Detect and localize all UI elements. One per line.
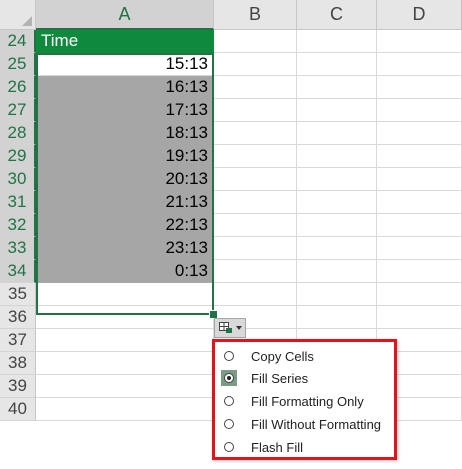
time-cell[interactable]: 21:13 (36, 191, 214, 214)
empty-cell[interactable] (377, 145, 462, 168)
auto-fill-options-menu: Copy Cells Fill Series Fill Formatting O… (212, 339, 397, 460)
menu-item-label: Fill Series (251, 370, 309, 386)
empty-cell[interactable] (214, 237, 297, 260)
time-cell[interactable]: 16:13 (36, 76, 214, 99)
empty-cell[interactable] (377, 214, 462, 237)
row-header[interactable]: 35 (0, 283, 36, 306)
empty-cell[interactable] (377, 30, 462, 53)
row-header[interactable]: 38 (0, 352, 36, 375)
empty-cell[interactable] (214, 53, 297, 76)
spreadsheet-grid: A B C D 24 25 26 27 28 29 30 31 32 33 34 35 36 37 38 39… (0, 0, 462, 469)
time-cell[interactable]: 19:13 (36, 145, 214, 168)
menu-item-fill-formatting-only[interactable]: Fill Formatting Only (217, 390, 395, 412)
empty-cell[interactable] (214, 76, 297, 99)
row-header[interactable]: 37 (0, 329, 36, 352)
row-header[interactable]: 40 (0, 398, 36, 421)
empty-cell[interactable] (297, 168, 377, 191)
empty-cell[interactable] (297, 260, 377, 283)
empty-cell[interactable] (297, 191, 377, 214)
row-header[interactable]: 26 (0, 76, 36, 99)
autofill-options-icon (218, 322, 233, 334)
time-cell[interactable]: 20:13 (36, 168, 214, 191)
empty-cell[interactable] (297, 99, 377, 122)
empty-cell[interactable] (36, 306, 214, 329)
empty-cell[interactable] (36, 375, 214, 398)
empty-cell[interactable] (297, 76, 377, 99)
row-header[interactable]: 39 (0, 375, 36, 398)
empty-cell[interactable] (377, 306, 462, 329)
row-header[interactable]: 27 (0, 99, 36, 122)
empty-cell[interactable] (377, 191, 462, 214)
empty-cell[interactable] (297, 214, 377, 237)
empty-cell[interactable] (297, 30, 377, 53)
row-header[interactable]: 30 (0, 168, 36, 191)
menu-item-flash-fill[interactable]: Flash Fill (217, 436, 395, 458)
empty-cell[interactable] (297, 283, 377, 306)
empty-cell[interactable] (377, 99, 462, 122)
menu-item-fill-without-formatting[interactable]: Fill Without Formatting (217, 413, 395, 435)
radio-button[interactable] (221, 393, 237, 409)
empty-cell[interactable] (297, 237, 377, 260)
row-header[interactable]: 34 (0, 260, 36, 283)
row-header[interactable]: 36 (0, 306, 36, 329)
empty-cell[interactable] (36, 283, 214, 306)
menu-item-label: Fill Formatting Only (251, 393, 364, 409)
empty-cell[interactable] (214, 191, 297, 214)
empty-cell[interactable] (377, 53, 462, 76)
menu-item-label: Copy Cells (251, 348, 314, 364)
empty-cell[interactable] (214, 145, 297, 168)
time-cell[interactable]: 22:13 (36, 214, 214, 237)
empty-cell[interactable] (377, 122, 462, 145)
menu-item-label: Flash Fill (251, 439, 304, 455)
menu-item-fill-series[interactable]: Fill Series (217, 367, 395, 389)
select-all-corner[interactable] (0, 0, 36, 30)
empty-cell[interactable] (377, 76, 462, 99)
row-header[interactable]: 24 (0, 30, 36, 53)
empty-cell[interactable] (214, 30, 297, 53)
empty-cell[interactable] (214, 99, 297, 122)
radio-button[interactable] (221, 416, 237, 432)
empty-cell[interactable] (297, 122, 377, 145)
row-header[interactable]: 25 (0, 53, 36, 76)
radio-button[interactable] (221, 439, 237, 455)
chevron-down-icon (235, 326, 242, 330)
header-cell-time[interactable]: Time (36, 30, 214, 53)
menu-item-copy-cells[interactable]: Copy Cells (217, 345, 395, 367)
empty-cell[interactable] (377, 260, 462, 283)
empty-cell[interactable] (36, 329, 214, 352)
empty-cell[interactable] (297, 306, 377, 329)
empty-cell[interactable] (214, 168, 297, 191)
empty-cell[interactable] (214, 283, 297, 306)
empty-cell[interactable] (377, 168, 462, 191)
time-cell[interactable]: 23:13 (36, 237, 214, 260)
empty-cell[interactable] (214, 122, 297, 145)
column-header-a[interactable]: A (36, 0, 214, 30)
empty-cell[interactable] (214, 260, 297, 283)
radio-button-selected[interactable] (221, 370, 237, 386)
row-header[interactable]: 33 (0, 237, 36, 260)
column-header-c[interactable]: C (297, 0, 377, 30)
empty-cell[interactable] (36, 352, 214, 375)
empty-cell[interactable] (377, 283, 462, 306)
row-header[interactable]: 28 (0, 122, 36, 145)
empty-cell[interactable] (377, 237, 462, 260)
time-cell[interactable]: 17:13 (36, 99, 214, 122)
menu-item-label: Fill Without Formatting (251, 416, 382, 432)
time-cell[interactable]: 15:13 (36, 53, 214, 76)
empty-cell[interactable] (214, 214, 297, 237)
empty-cell[interactable] (297, 145, 377, 168)
row-header[interactable]: 31 (0, 191, 36, 214)
time-cell[interactable]: 18:13 (36, 122, 214, 145)
empty-cell[interactable] (36, 398, 214, 421)
column-header-d[interactable]: D (377, 0, 462, 30)
auto-fill-options-button[interactable] (214, 318, 246, 338)
time-cell[interactable]: 0:13 (36, 260, 214, 283)
row-header[interactable]: 29 (0, 145, 36, 168)
column-header-b[interactable]: B (214, 0, 297, 30)
empty-cell[interactable] (297, 53, 377, 76)
radio-button[interactable] (221, 348, 237, 364)
row-header[interactable]: 32 (0, 214, 36, 237)
